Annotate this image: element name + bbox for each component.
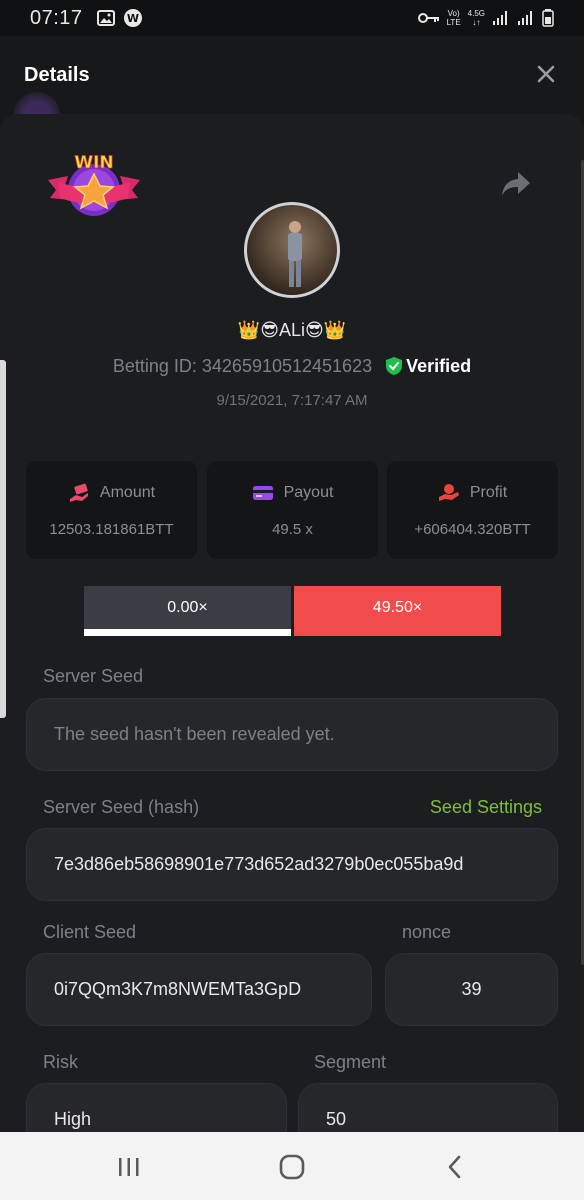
battery-icon [542,9,554,27]
profit-label: Profit [469,484,508,501]
home-icon[interactable] [278,1154,306,1180]
volte-top: Vo) [447,9,460,18]
amount-stat: Amount 12503.181861BTT [26,461,197,559]
server-seed-field[interactable]: The seed hasn't been revealed yet. [26,698,558,771]
username: 👑😎ALi😎👑 [237,320,347,340]
payout-stat: Payout 49.5 x [207,461,378,559]
multiplier-progress [84,629,291,636]
data-arrows: ↓↑ [472,18,481,27]
profit-stat-header: Profit [387,483,558,503]
gallery-icon [96,10,115,26]
server-seed-hash-label: Server Seed (hash) [43,797,200,817]
win-badge-icon: WIN [48,153,140,216]
amount-value: 12503.181861BTT [49,521,174,538]
verified-label: Verified [406,356,472,376]
details-header: Details [0,36,584,114]
bet-details-card: WIN 👑😎ALi😎👑 Betting ID: 3426591051245162… [0,114,584,1132]
profit-value: +606404.320BTT [414,521,531,538]
server-seed-hash-value: 7e3d86eb58698901e773d652ad3279b0ec055ba9… [54,854,464,874]
coin-hand-icon [438,484,459,501]
payout-stat-header: Payout [207,483,378,503]
data-type: 4.5G [467,9,485,18]
avatar [244,202,340,298]
win-badge-text: WIN [74,153,113,173]
nonce-label: nonce [402,922,452,942]
side-drawer-handle[interactable] [0,360,6,718]
money-hand-icon [69,483,88,502]
status-time: 07:17 [30,6,83,29]
vpn-key-icon [417,13,439,23]
server-seed-hash-field[interactable]: 7e3d86eb58698901e773d652ad3279b0ec055ba9… [26,828,558,901]
betting-id-row: Betting ID: 34265910512451623 Verified [0,356,584,377]
multiplier-result: 49.50× [294,586,501,636]
page-title: Details [24,64,90,86]
multiplier-result-value: 49.50× [372,599,423,616]
risk-field[interactable]: High [26,1083,287,1132]
client-seed-value: 0i7QQm3K7m8NWEMTa3GpD [54,979,302,999]
card-icon [252,486,273,500]
status-bar: 07:17 W Vo) LTE 4.5G ↓↑ [0,0,584,36]
avatar-person-image [288,221,302,287]
segment-field[interactable]: 50 [298,1083,558,1132]
signal-icon [493,11,507,25]
status-left-icons: W [96,8,143,28]
risk-label: Risk [43,1052,78,1072]
volte-indicator: Vo) LTE [447,9,461,27]
betting-id: Betting ID: 34265910512451623 [112,356,373,376]
system-navigation-bar [0,1132,584,1200]
nonce-value: 39 [461,979,482,999]
profit-stat: Profit +606404.320BTT [387,461,558,559]
server-seed-value: The seed hasn't been revealed yet. [54,724,335,744]
nonce-field[interactable]: 39 [385,953,558,1026]
multiplier-start-value: 0.00× [167,599,208,616]
back-icon[interactable] [441,1154,469,1180]
verified-shield-icon [386,357,403,375]
svg-text:W: W [126,12,138,25]
server-seed-label: Server Seed [43,666,144,686]
segment-label: Segment [314,1052,387,1072]
client-seed-field[interactable]: 0i7QQm3K7m8NWEMTa3GpD [26,953,372,1026]
segment-value: 50 [326,1109,347,1129]
multiplier-start: 0.00× [84,586,291,636]
close-icon[interactable] [534,62,558,86]
status-right-icons: Vo) LTE 4.5G ↓↑ [417,9,554,27]
amount-stat-header: Amount [26,483,197,503]
seed-settings-link[interactable]: Seed Settings [430,797,542,818]
app-notification-icon: W [123,9,142,27]
volte-bottom: LTE [446,18,461,27]
signal-icon-2 [518,11,532,25]
share-icon[interactable] [500,170,532,198]
recent-apps-icon[interactable] [115,1154,143,1180]
bet-timestamp: 9/15/2021, 7:17:47 AM [216,392,368,409]
data-indicator: 4.5G ↓↑ [468,9,485,27]
risk-value: High [54,1109,92,1129]
payout-label: Payout [283,484,334,501]
amount-label: Amount [99,484,156,501]
client-seed-label: Client Seed [43,922,137,942]
payout-value: 49.5 x [272,521,313,538]
